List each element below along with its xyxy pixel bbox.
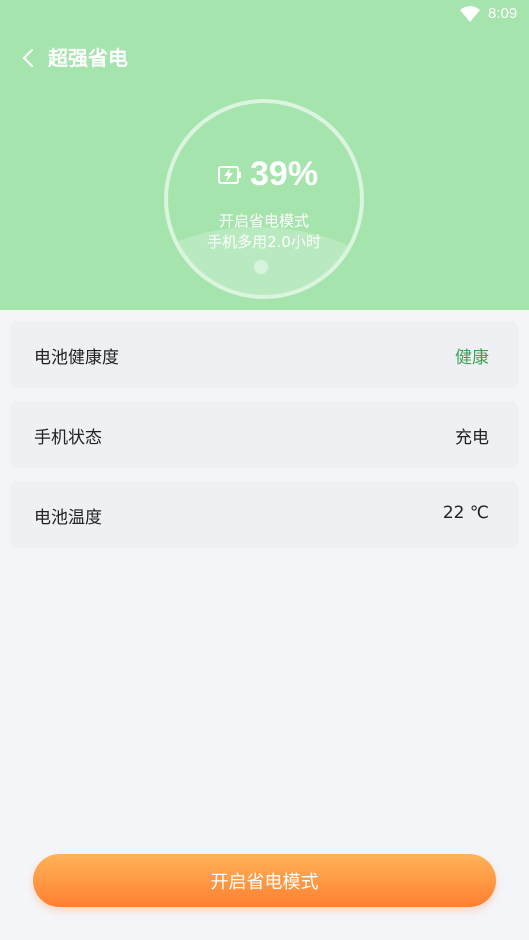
card-label: 手机状态 (34, 428, 102, 448)
card-label: 电池健康度 (34, 348, 119, 368)
battery-percent: 39% (250, 155, 319, 193)
back-button[interactable] (14, 44, 42, 72)
gauge-dot (254, 260, 268, 274)
gauge-extra-time: 手机多用2.0小时 (207, 233, 321, 251)
card-value: 健康 (455, 348, 489, 368)
card-value: 充电 (455, 428, 489, 448)
percent-row: 39% (216, 155, 318, 194)
enable-power-saving-button[interactable]: 开启省电模式 (33, 854, 496, 907)
header-banner: 8:09 超强省电 39% 开启省电模式 手机多用2.0小时 (0, 0, 529, 310)
battery-bolt-icon (218, 165, 241, 184)
wifi-icon (460, 6, 480, 22)
status-bar: 8:09 (0, 0, 529, 30)
chevron-left-icon (22, 49, 33, 67)
card-battery-health[interactable]: 电池健康度 健康 (10, 321, 519, 388)
page-title: 超强省电 (48, 46, 128, 70)
card-label: 电池温度 (34, 508, 102, 528)
battery-gauge[interactable]: 39% 开启省电模式 手机多用2.0小时 (164, 99, 364, 299)
status-time: 8:09 (488, 5, 518, 22)
gauge-mode-text: 开启省电模式 (218, 212, 309, 230)
card-battery-temp[interactable]: 电池温度 22 ℃ (10, 481, 519, 548)
card-value: 22 ℃ (442, 503, 489, 523)
card-phone-status[interactable]: 手机状态 充电 (10, 401, 519, 468)
